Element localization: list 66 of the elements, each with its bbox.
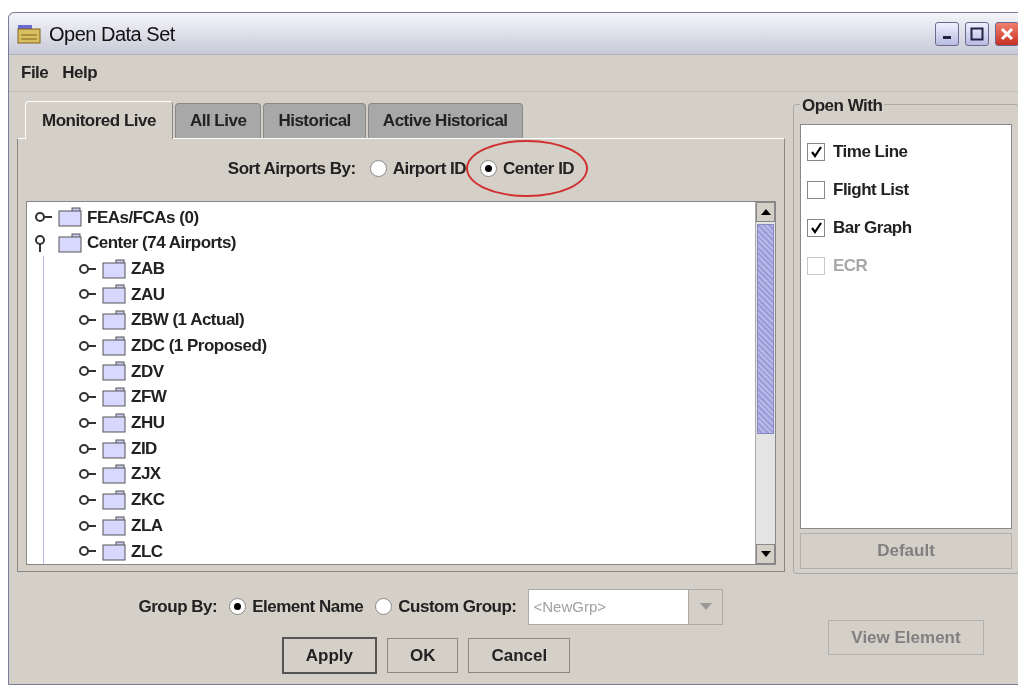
tree-node-label[interactable]: ZBW (1 Actual) xyxy=(131,307,245,333)
folder-icon xyxy=(17,22,43,45)
radio-button[interactable] xyxy=(375,598,393,615)
folder-icon xyxy=(102,541,126,562)
radio-button[interactable] xyxy=(480,160,498,177)
radio-label: Custom Group: xyxy=(398,595,517,618)
checkbox[interactable] xyxy=(807,181,825,199)
dialog-button[interactable]: Cancel xyxy=(468,637,571,674)
folder-icon xyxy=(102,310,126,331)
checkbox[interactable] xyxy=(807,143,825,161)
checkbox-label: Time Line xyxy=(833,141,908,164)
tree-node-label[interactable]: ZAB xyxy=(131,255,165,282)
folder-icon xyxy=(102,361,126,382)
tab[interactable]: Historical xyxy=(263,103,366,138)
tree-node-label[interactable]: ZFW xyxy=(131,384,167,410)
folder-icon xyxy=(102,438,126,459)
dialog-button[interactable]: Apply xyxy=(281,636,377,675)
folder-icon xyxy=(102,335,126,356)
folder-icon xyxy=(102,489,126,510)
tree-node-label[interactable]: ZLA xyxy=(131,512,163,539)
vertical-scrollbar[interactable] xyxy=(755,201,775,564)
folder-icon xyxy=(102,387,126,408)
tree-node-label[interactable]: ZJX xyxy=(131,461,161,487)
folder-icon xyxy=(102,258,126,279)
checkbox-label: Bar Graph xyxy=(833,217,912,240)
down-arrow-icon[interactable] xyxy=(760,550,771,557)
tree-node-label[interactable]: ZAU xyxy=(131,281,165,308)
tree-node-label[interactable]: ZHU xyxy=(131,410,165,436)
menu-item[interactable]: File xyxy=(21,60,49,86)
tree-node-label[interactable]: FEAs/FCAs (0) xyxy=(87,204,199,231)
folder-icon xyxy=(58,233,82,254)
dialog-button[interactable]: OK xyxy=(387,637,459,674)
tab[interactable]: Active Historical xyxy=(367,103,523,138)
radio-label: Airport ID xyxy=(392,157,467,180)
radio-button[interactable] xyxy=(229,598,247,615)
tree-node-label[interactable]: Center (74 Airports) xyxy=(87,230,236,256)
tree-node-label[interactable]: ZLC xyxy=(131,538,163,564)
close-button[interactable] xyxy=(995,21,1018,46)
caret-icon xyxy=(699,603,712,610)
checkbox[interactable] xyxy=(807,219,825,237)
tree-node-label[interactable]: ZID xyxy=(131,435,157,462)
tab[interactable]: Monitored Live xyxy=(25,101,173,139)
checkbox-label: ECR xyxy=(833,255,868,278)
sort-label: Sort Airports By: xyxy=(227,157,356,180)
folder-icon xyxy=(102,284,126,305)
tree-node-label[interactable]: ZKC xyxy=(131,487,165,513)
tree-node-label[interactable]: ZDC (1 Proposed) xyxy=(131,333,267,359)
menu-item[interactable]: Help xyxy=(62,60,98,86)
maximize-button[interactable] xyxy=(965,21,989,46)
folder-icon xyxy=(102,412,126,433)
radio-button[interactable] xyxy=(369,160,387,177)
tab[interactable]: All Live xyxy=(174,103,262,138)
folder-icon xyxy=(58,207,82,228)
up-arrow-icon[interactable] xyxy=(760,208,771,215)
checkbox-label: Flight List xyxy=(833,179,909,202)
minimize-button[interactable] xyxy=(935,21,959,46)
window-title: Open Data Set xyxy=(49,21,176,47)
folder-icon xyxy=(102,464,126,485)
maximize-icon xyxy=(970,26,984,41)
minimize-icon xyxy=(943,36,951,39)
radio-label: Element Name xyxy=(252,595,364,618)
folder-icon xyxy=(102,515,126,536)
radio-label: Center ID xyxy=(503,157,575,180)
close-icon xyxy=(1000,26,1014,41)
tree-node-label[interactable]: ZDV xyxy=(131,358,164,385)
group-by-label: Group By: xyxy=(138,595,218,618)
